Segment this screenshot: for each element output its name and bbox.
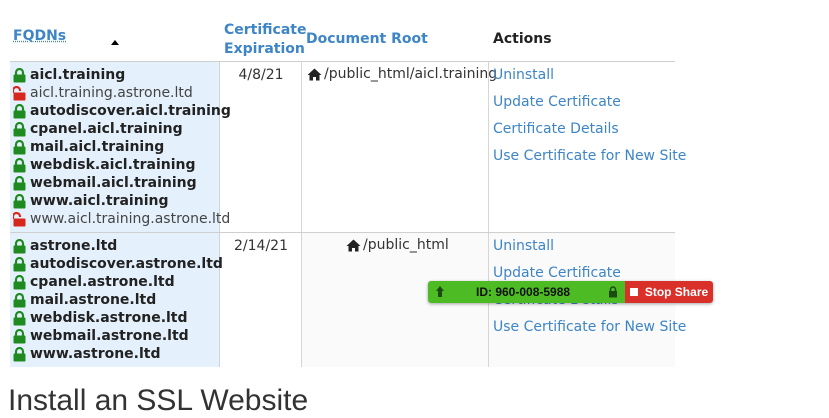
fqdn-name: webdisk.astrone.ltd (30, 310, 188, 326)
stop-share-label: Stop Share (644, 285, 709, 299)
expiration-cell (220, 62, 302, 232)
share-id-panel: ID: 960-008-5988 (428, 281, 625, 303)
lock-closed-icon (13, 67, 26, 82)
fqdn-name: autodiscover.aicl.training (30, 103, 231, 119)
lock-closed-icon (13, 238, 26, 253)
document-root-path: /public_html (363, 237, 449, 253)
lock-closed-icon (13, 175, 26, 190)
stop-share-button[interactable]: Stop Share (625, 281, 713, 303)
document-root: /public_html (346, 237, 449, 253)
lock-closed-icon (13, 346, 26, 361)
fqdn-item: aicl.training (13, 66, 125, 84)
fqdn-item: webmail.astrone.ltd (13, 327, 189, 345)
expiration-header-line1: Certificate (224, 22, 307, 38)
uninstall-link[interactable]: Uninstall (493, 67, 554, 83)
fqdn-name: webmail.astrone.ltd (30, 328, 189, 344)
lock-closed-icon (13, 139, 26, 154)
lock-closed-icon (13, 274, 26, 289)
docroot-cell (302, 62, 489, 232)
lock-closed-icon (13, 310, 26, 325)
lock-open-icon (13, 85, 26, 100)
home-icon (346, 239, 361, 251)
fqdn-item: webdisk.astrone.ltd (13, 309, 188, 327)
certificate-expiration: 4/8/21 (238, 67, 284, 83)
drag-handle-icon[interactable] (436, 286, 446, 298)
fqdn-item: webmail.aicl.training (13, 174, 197, 192)
section-heading: Install an SSL Website (8, 384, 309, 417)
fqdn-name: www.aicl.training.astrone.ltd (30, 211, 231, 227)
sort-ascending-icon[interactable] (111, 40, 119, 45)
fqdn-item: autodiscover.aicl.training (13, 102, 231, 120)
lock-closed-icon (13, 121, 26, 136)
lock-closed-icon (13, 157, 26, 172)
document-root-header[interactable]: Document Root (306, 30, 428, 49)
uninstall-link[interactable]: Uninstall (493, 238, 554, 254)
fqdn-item: cpanel.aicl.training (13, 120, 183, 138)
fqdn-name: cpanel.astrone.ltd (30, 274, 175, 290)
fqdn-name: astrone.ltd (30, 238, 118, 254)
actions-header: Actions (493, 31, 552, 47)
update-certificate-link[interactable]: Update Certificate (493, 265, 621, 281)
lock-closed-icon (13, 256, 26, 271)
expiration-header-line2: Expiration (224, 41, 305, 57)
fqdn-item: astrone.ltd (13, 237, 117, 255)
fqdn-name: autodiscover.astrone.ltd (30, 256, 223, 272)
stop-icon (629, 288, 638, 296)
fqdn-name: www.aicl.training (30, 193, 169, 209)
fqdn-item: cpanel.astrone.ltd (13, 273, 175, 291)
lock-closed-icon (13, 103, 26, 118)
fqdn-name: webdisk.aicl.training (30, 157, 196, 173)
fqdn-name: www.astrone.ltd (30, 346, 161, 362)
fqdn-item: www.aicl.training.astrone.ltd (13, 210, 230, 228)
document-root: /public_html/aicl.training (307, 66, 497, 82)
fqdn-item: mail.aicl.training (13, 138, 164, 156)
update-certificate-link[interactable]: Update Certificate (493, 94, 621, 110)
fqdn-name: aicl.training (30, 67, 126, 83)
fqdn-item: autodiscover.astrone.ltd (13, 255, 223, 273)
lock-open-icon (13, 211, 26, 226)
lock-closed-icon (13, 292, 26, 307)
lock-icon (609, 286, 617, 298)
fqdn-item: www.astrone.ltd (13, 345, 161, 363)
fqdn-name: aicl.training.astrone.ltd (30, 85, 193, 101)
document-root-path: /public_html/aicl.training (324, 66, 498, 82)
share-id-text: ID: 960-008-5988 (476, 285, 571, 299)
lock-closed-icon (13, 193, 26, 208)
fqdn-item: webdisk.aicl.training (13, 156, 196, 174)
fqdn-name: mail.aicl.training (30, 139, 165, 155)
certificate-expiration: 2/14/21 (234, 238, 288, 254)
screen-share-bar: ID: 960-008-5988 Stop Share (428, 281, 713, 303)
fqdn-item: aicl.training.astrone.ltd (13, 84, 193, 102)
expiration-header[interactable]: Certificate Expiration (224, 21, 306, 59)
fqdn-name: mail.astrone.ltd (30, 292, 157, 308)
use-certificate-new-site-link[interactable]: Use Certificate for New Site (493, 319, 686, 335)
use-certificate-new-site-link[interactable]: Use Certificate for New Site (493, 148, 686, 164)
fqdns-header[interactable]: FQDNs (13, 27, 66, 46)
fqdn-item: www.aicl.training (13, 192, 168, 210)
certificate-details-link[interactable]: Certificate Details (493, 121, 619, 137)
lock-closed-icon (13, 328, 26, 343)
fqdn-name: webmail.aicl.training (30, 175, 197, 191)
fqdn-name: cpanel.aicl.training (30, 121, 183, 137)
home-icon (307, 68, 322, 80)
fqdn-item: mail.astrone.ltd (13, 291, 156, 309)
